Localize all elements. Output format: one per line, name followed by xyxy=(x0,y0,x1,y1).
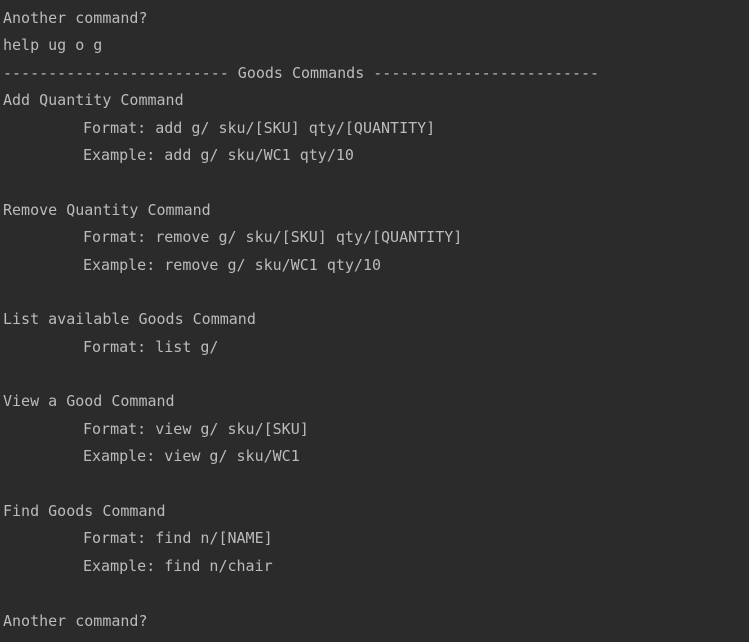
command-example: Example: find n/chair xyxy=(83,556,273,575)
prompt-line: Another command? xyxy=(3,9,148,27)
command-example: Example: remove g/ sku/WC1 qty/10 xyxy=(83,255,382,274)
command-title: View a Good Command xyxy=(3,392,175,411)
command-title: Find Goods Command xyxy=(3,502,166,521)
user-input-line: help ug o g xyxy=(3,36,103,55)
command-format: Format: remove g/ sku/[SKU] qty/[QUANTIT… xyxy=(83,228,463,247)
command-example: Example: add g/ sku/WC1 qty/10 xyxy=(83,145,354,164)
command-format: Format: add g/ sku/[SKU] qty/[QUANTITY] xyxy=(83,118,436,137)
section-header: ------------------------- Goods Commands… xyxy=(3,63,600,82)
command-title: Add Quantity Command xyxy=(3,91,184,110)
terminal-output[interactable]: Another command? help ug o g -----------… xyxy=(3,7,749,637)
command-format: Format: find n/[NAME] xyxy=(83,529,273,548)
command-title: List available Goods Command xyxy=(3,310,256,329)
command-example: Example: view g/ sku/WC1 xyxy=(83,447,300,466)
command-format: Format: list g/ xyxy=(83,337,219,356)
prompt-line: Another command? xyxy=(3,611,148,630)
command-title: Remove Quantity Command xyxy=(3,200,211,219)
command-format: Format: view g/ sku/[SKU] xyxy=(83,419,309,438)
